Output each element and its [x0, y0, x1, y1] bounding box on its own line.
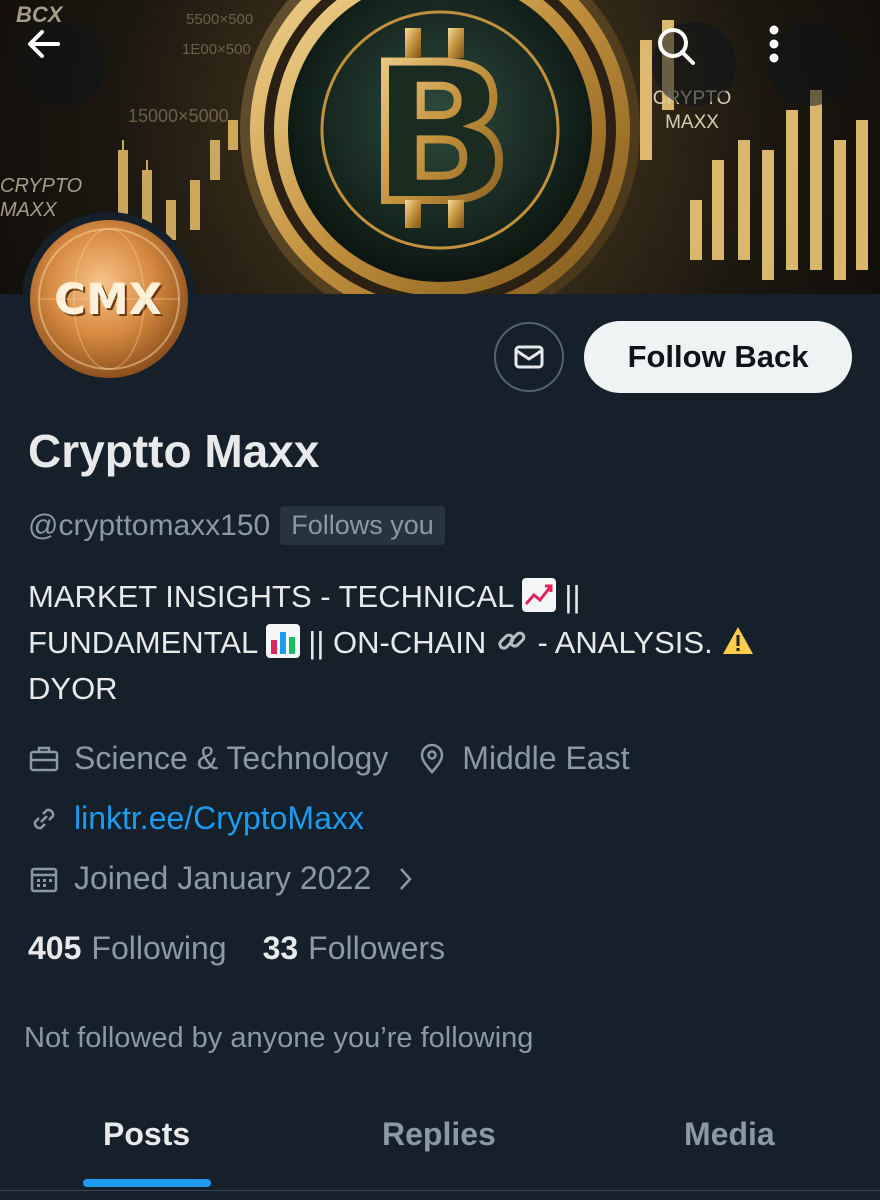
follows-you-badge: Follows you	[280, 506, 445, 545]
tabs-divider	[0, 1190, 880, 1191]
followers-stat[interactable]: 33 Followers	[263, 930, 446, 967]
display-name: Cryptto Maxx	[28, 425, 320, 477]
globe-pattern	[38, 228, 180, 370]
bio-text-5: - ANALYSIS.	[528, 625, 722, 660]
svg-text:15000×5000: 15000×5000	[128, 106, 229, 126]
profile-bio: MARKET INSIGHTS - TECHNICAL || FUNDAMENT…	[28, 574, 858, 712]
svg-text:MAXX: MAXX	[0, 199, 57, 221]
avatar-image: CMX	[30, 220, 188, 378]
profile-category: Science & Technology	[74, 740, 389, 776]
search-icon	[658, 28, 695, 65]
more-vertical-icon	[769, 25, 779, 63]
warning-icon	[721, 624, 755, 658]
followers-count: 33	[262, 930, 299, 966]
mutual-followers-note: Not followed by anyone you’re following	[24, 1022, 534, 1054]
bio-text-3: FUNDAMENTAL	[28, 625, 266, 660]
profile-website-link[interactable]: linktr.ee/CryptoMaxx	[74, 800, 364, 837]
svg-text:B: B	[368, 24, 513, 245]
profile-meta-category-location: Science & Technology Middle East	[28, 740, 629, 777]
profile-joined-date: Joined January 2022	[74, 860, 372, 896]
bio-text-6: DYOR	[28, 671, 118, 706]
back-arrow-icon	[28, 30, 60, 58]
user-handle: @crypttomaxx150	[28, 508, 271, 542]
active-tab-indicator	[83, 1179, 211, 1187]
link-icon	[28, 803, 60, 835]
profile-meta-joined[interactable]: Joined January 2022	[28, 860, 435, 897]
svg-text:5500×500: 5500×500	[186, 11, 253, 28]
profile-meta-website: linktr.ee/CryptoMaxx	[28, 800, 364, 837]
briefcase-icon	[28, 743, 60, 775]
bio-text-4: || ON-CHAIN	[299, 625, 495, 660]
calendar-icon	[28, 863, 60, 895]
link-emoji-icon	[495, 624, 529, 658]
message-button[interactable]	[494, 322, 564, 392]
envelope-icon	[514, 345, 544, 369]
following-count: 405	[28, 930, 82, 966]
svg-text:1E00×500: 1E00×500	[182, 41, 251, 58]
bitcoin-coin-icon: B	[364, 20, 517, 249]
avatar[interactable]: CMX	[22, 212, 196, 386]
following-label: Following	[91, 930, 227, 966]
bar-chart-icon	[265, 624, 300, 658]
svg-text:MAXX: MAXX	[665, 112, 719, 133]
tab-posts[interactable]: Posts	[103, 1116, 190, 1153]
location-pin-icon	[416, 743, 448, 775]
profile-location: Middle East	[462, 740, 630, 776]
chevron-right-icon	[389, 863, 421, 895]
chart-increasing-icon	[521, 578, 556, 612]
follow-back-button[interactable]: Follow Back	[584, 321, 852, 393]
bio-text-1: MARKET INSIGHTS - TECHNICAL	[28, 579, 522, 614]
more-options-button[interactable]	[768, 22, 852, 106]
tab-media[interactable]: Media	[684, 1116, 775, 1153]
back-button[interactable]	[22, 22, 106, 106]
svg-text:CRYPTO: CRYPTO	[0, 175, 82, 197]
following-stat[interactable]: 405 Following	[28, 930, 227, 967]
search-button[interactable]	[652, 22, 736, 106]
bio-text-2: ||	[555, 579, 581, 614]
follow-stats: 405 Following 33 Followers	[28, 930, 445, 967]
tab-replies[interactable]: Replies	[382, 1116, 496, 1153]
handle-row: @crypttomaxx150 Follows you	[28, 506, 445, 545]
followers-label: Followers	[308, 930, 446, 966]
